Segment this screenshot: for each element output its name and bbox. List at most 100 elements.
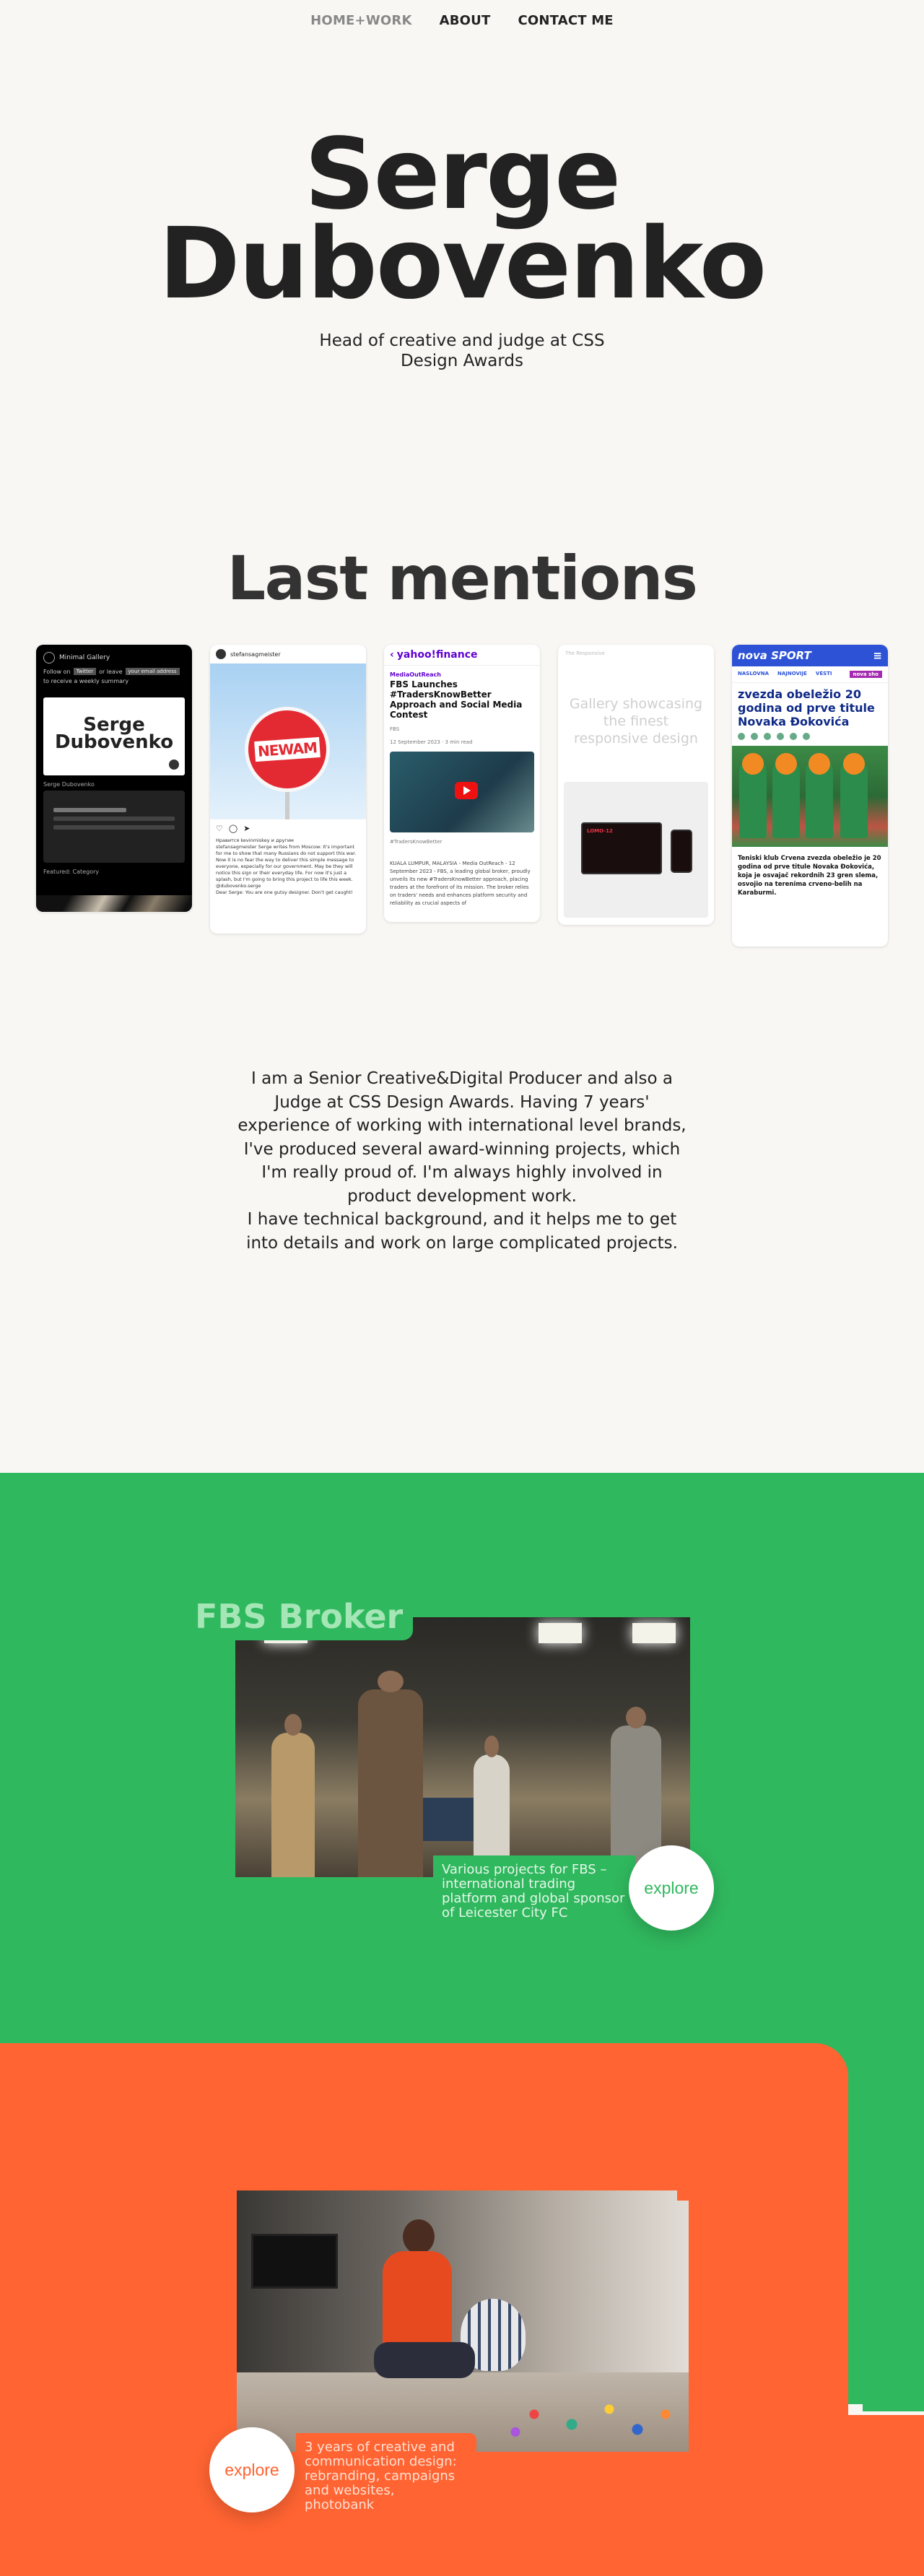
card-header: Minimal Gallery (36, 645, 192, 666)
about-paragraph-2: I have technical background, and it help… (246, 1210, 678, 1253)
photo-figure (739, 753, 767, 838)
hero-subtitle: Head of creative and judge at CSS Design… (319, 331, 605, 370)
nova-header: nova SPORT ≡ (732, 645, 888, 666)
yahoo-byline: FBS (390, 726, 400, 732)
studio-light (632, 1623, 676, 1643)
gallery-ghost-text: Gallery showcasing the finest responsive… (569, 696, 703, 747)
yahoo-source: MediaOutReach (390, 671, 441, 678)
follow-text: Follow on (43, 668, 71, 675)
instagram-handle: stefansagmeister (230, 650, 281, 658)
card-name-label: Serge Dubovenko (43, 781, 95, 788)
screen-label: LOMO-12 (587, 828, 613, 834)
facebook-icon (777, 733, 784, 740)
play-icon (455, 782, 478, 799)
nova-nav-item: NAJNOVIJE (777, 671, 807, 676)
section-notch (848, 2404, 863, 2415)
sign-text: NEWAM (254, 736, 321, 762)
avatar (216, 649, 226, 659)
telegram-icon (790, 733, 797, 740)
section-tail (848, 2415, 924, 2576)
dark-preview (43, 791, 185, 863)
explore-button[interactable]: explore (629, 1845, 714, 1931)
nova-body: Teniski klub Crvena zvezda obeležio je 2… (738, 855, 881, 897)
nova-photo (732, 746, 888, 847)
about-paragraph-1: I am a Senior Creative&Digital Producer … (237, 1069, 687, 1206)
whatsapp-icon (751, 733, 758, 740)
second-project-caption: 3 years of creative and communication de… (296, 2433, 476, 2520)
card-follow-row: Follow on Twitter or leave your email ad… (36, 666, 192, 676)
yahoo-hashtag: #TradersKnowBetter (390, 839, 443, 845)
email-placeholder: your email address (125, 668, 180, 675)
person-legs (374, 2342, 475, 2378)
site-preview: Serge Dubovenko (43, 697, 185, 775)
fbs-caption: Various projects for FBS – international… (433, 1855, 635, 1928)
explore-button[interactable]: explore (209, 2427, 295, 2512)
laptop-preview: LOMO-12 (581, 822, 662, 874)
preview-bar (53, 808, 126, 812)
share-icon[interactable]: ➤ (243, 824, 250, 833)
yahoo-headline: FBS Launches #TradersKnowBetter Approach… (390, 679, 523, 720)
sign-pole (285, 792, 289, 819)
yahoo-date: 12 September 2023 · 3 min read (390, 739, 473, 745)
or-leave-text: or leave (99, 668, 123, 675)
fbs-project-video[interactable] (235, 1617, 690, 1877)
nova-brand: nova SPORT (738, 649, 811, 662)
instagram-comment: Dear Serge: You are one gutsy designer. … (216, 889, 353, 895)
instagram-likes: Нравится kevinmiskey и другим (216, 837, 294, 843)
link-icon (803, 733, 810, 740)
nova-tag: nova sho (849, 671, 882, 678)
yahoo-header: ‹ yahoo!finance (384, 645, 540, 666)
nova-nav-item: VESTI (815, 671, 832, 676)
phone-preview (671, 830, 692, 873)
comment-icon[interactable]: ◯ (229, 824, 237, 833)
instagram-caption: stefansagmeister Serge writes from Mosco… (216, 844, 357, 889)
twitter-link: Twitter (73, 668, 97, 675)
card-site-name: Minimal Gallery (59, 654, 110, 661)
person-figure (374, 2219, 475, 2385)
top-nav: HOME+WORK ABOUT CONTACT ME (0, 13, 924, 28)
yahoo-brand: yahoo!finance (396, 649, 478, 661)
preview-bar (53, 825, 175, 830)
person-figure (358, 1671, 423, 1877)
photo-figure (840, 753, 868, 838)
heart-icon[interactable]: ♡ (216, 824, 223, 833)
toys (497, 2394, 684, 2445)
gallery-top-label: The Responsive (565, 650, 605, 656)
minimal-gallery-logo-icon (43, 652, 55, 663)
yahoo-paragraph: KUALA LUMPUR, MALAYSIA - Media OutReach … (390, 861, 531, 906)
preview-bar (53, 817, 175, 821)
about-text: I am a Senior Creative&Digital Producer … (231, 1067, 693, 1255)
preview-dot-icon (169, 760, 179, 770)
studio-light (539, 1623, 582, 1643)
mentions-title: Last mentions (227, 543, 698, 614)
fbs-project-label: FBS Broker (185, 1597, 414, 1640)
mentions-cards: Minimal Gallery Follow on Twitter or lea… (36, 645, 888, 948)
image-notch (677, 2190, 690, 2201)
instagram-header: stefansagmeister (210, 645, 366, 663)
nav-about[interactable]: ABOUT (440, 13, 491, 28)
stop-sign: NEWAM (245, 707, 330, 792)
person-head (403, 2219, 435, 2254)
mention-card-nova-sport[interactable]: nova SPORT ≡ NASLOVNA NAJNOVIJE VESTI no… (732, 645, 888, 947)
twitter-icon (764, 733, 771, 740)
mention-card-instagram[interactable]: stefansagmeister NEWAM ♡ ◯ ➤ Нравится ke… (210, 645, 366, 934)
photo-figure (772, 753, 800, 838)
yahoo-video (390, 752, 534, 832)
hero-title: Serge Dubovenko (0, 118, 924, 321)
hero-first-name: Serge (304, 118, 622, 232)
menu-icon[interactable]: ≡ (873, 649, 882, 662)
footer-image (36, 895, 192, 912)
mention-card-yahoo[interactable]: ‹ yahoo!finance MediaOutReach FBS Launch… (384, 645, 540, 922)
instagram-photo: NEWAM (210, 663, 366, 819)
share-icons (738, 733, 882, 740)
nav-home-work[interactable]: HOME+WORK (310, 13, 411, 28)
nav-contact[interactable]: CONTACT ME (518, 13, 613, 28)
hero-last-name: Dubovenko (158, 207, 767, 321)
mention-card-gallery[interactable]: The Responsive Gallery showcasing the fi… (558, 645, 714, 925)
card-footer-label: Featured: Category (43, 869, 100, 875)
instagram-actions: ♡ ◯ ➤ (210, 819, 366, 837)
nova-headline: zvezda obeležio 20 godina od prve titule… (738, 687, 875, 728)
mention-card-minimal-gallery[interactable]: Minimal Gallery Follow on Twitter or lea… (36, 645, 192, 912)
second-project-image[interactable] (237, 2190, 689, 2452)
photo-figure (806, 753, 833, 838)
